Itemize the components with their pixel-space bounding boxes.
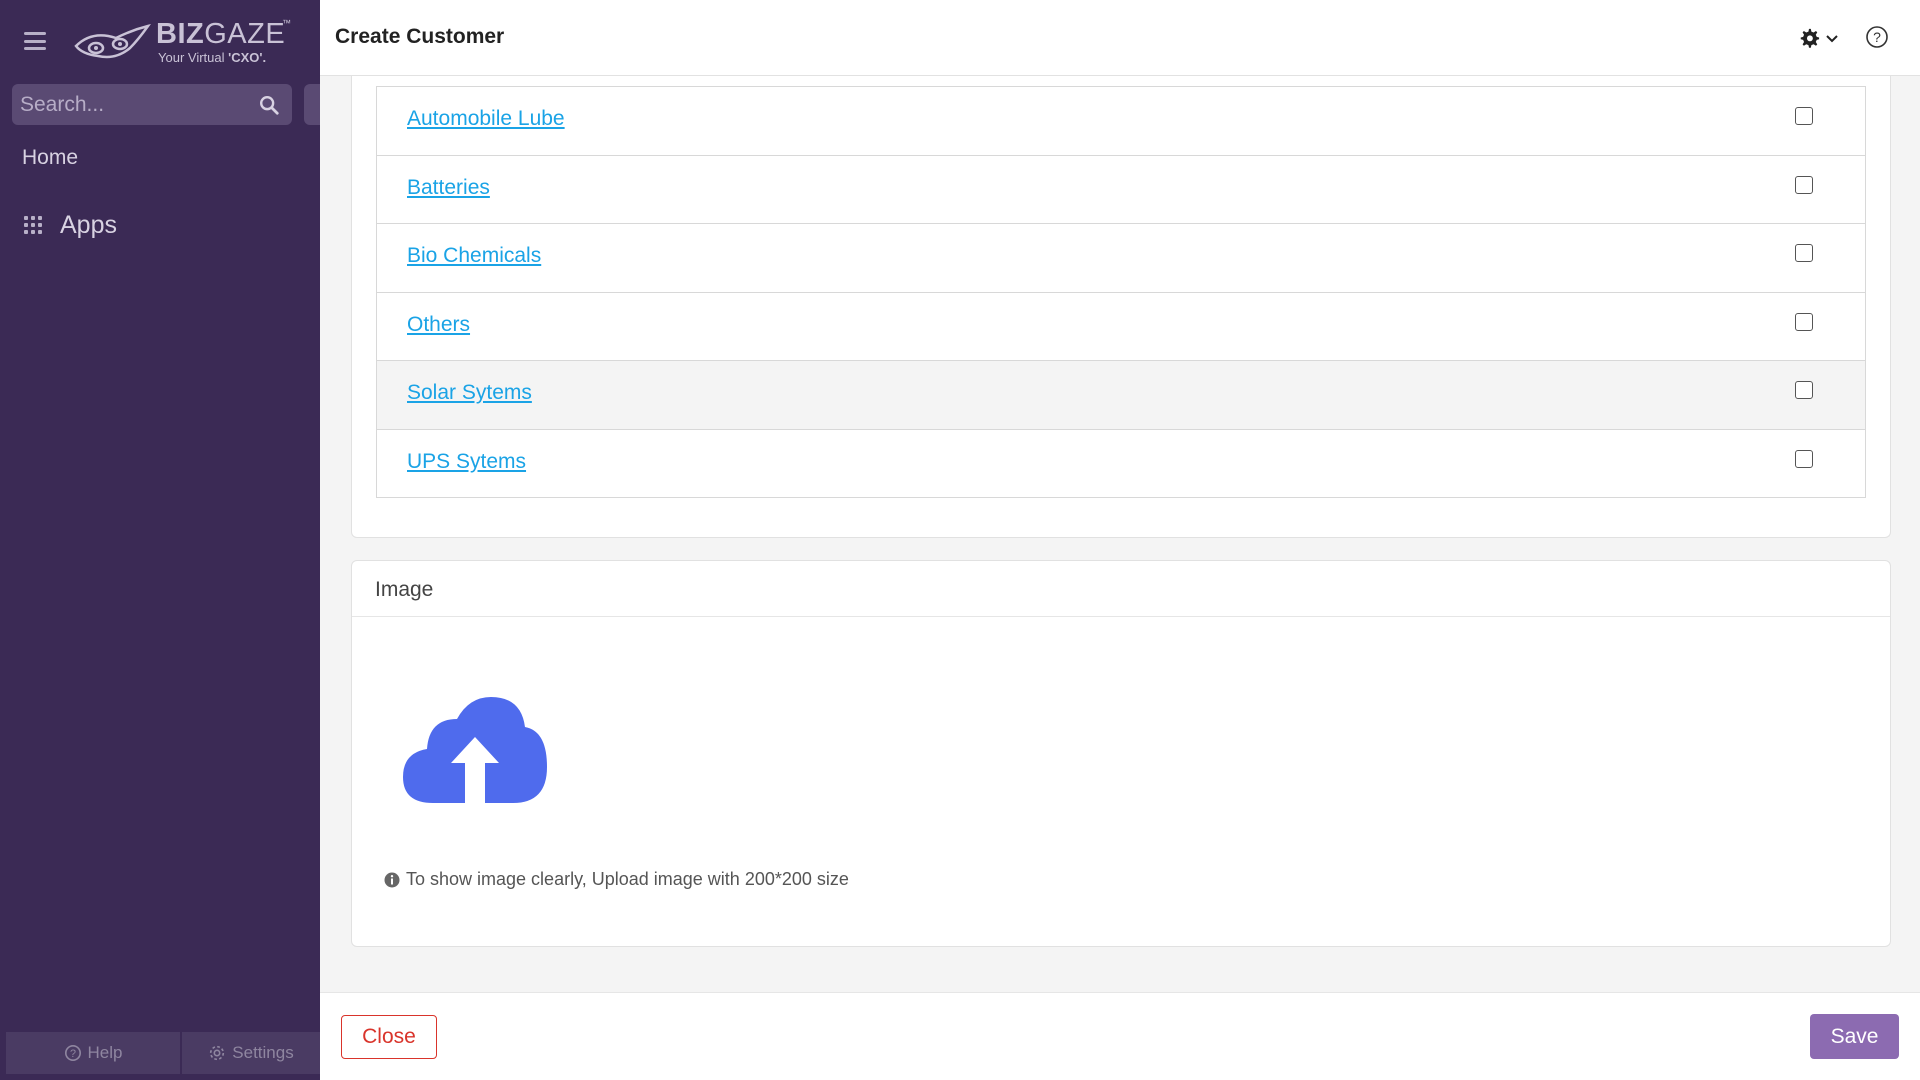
table-row: Bio Chemicals	[377, 223, 1865, 292]
sidebar-search	[12, 84, 292, 125]
image-card-title: Image	[375, 578, 434, 601]
category-link[interactable]: UPS Sytems	[407, 450, 526, 474]
sidebar-item-apps[interactable]: Apps	[24, 210, 117, 240]
logo-trademark: ™	[282, 18, 291, 28]
grid-icon	[24, 216, 42, 234]
category-checkbox[interactable]	[1795, 381, 1813, 399]
category-checkbox[interactable]	[1795, 449, 1813, 468]
sidebar-footer: ? Help Settings	[6, 1032, 320, 1074]
help-circle-icon[interactable]: ?	[1865, 25, 1889, 49]
table-row: Automobile Lube	[377, 86, 1865, 155]
search-input[interactable]	[12, 84, 252, 125]
svg-text:?: ?	[70, 1048, 76, 1060]
save-button[interactable]: Save	[1810, 1014, 1899, 1059]
logo-tagline: Your Virtual 'CXO'.	[158, 50, 267, 65]
modal-footer: Close Save	[320, 992, 1920, 1080]
image-card-header: Image	[352, 561, 1890, 617]
sidebar: BIZGAZE ™ Your Virtual 'CXO'. Home Apps …	[0, 0, 320, 1080]
upload-hint: To show image clearly, Upload image with…	[384, 869, 849, 890]
search-extra-button[interactable]	[304, 84, 320, 125]
category-link[interactable]: Solar Sytems	[407, 381, 532, 405]
category-link[interactable]: Batteries	[407, 176, 490, 200]
category-checkbox[interactable]	[1795, 244, 1813, 262]
category-checkbox[interactable]	[1795, 107, 1813, 125]
table-row: UPS Sytems	[377, 428, 1865, 497]
category-table: Automobile Lube Batteries Bio Chemicals Oth…	[376, 86, 1866, 498]
settings-label: Settings	[232, 1043, 294, 1062]
help-circle-icon: ?	[64, 1044, 81, 1062]
table-row: Others	[377, 291, 1865, 360]
bizgaze-logo[interactable]: BIZGAZE ™ Your Virtual 'CXO'.	[72, 16, 292, 68]
gear-icon	[1800, 28, 1820, 48]
cloud-upload-icon[interactable]	[403, 697, 547, 805]
upload-hint-text: To show image clearly, Upload image with…	[406, 869, 849, 889]
hamburger-menu-icon[interactable]	[24, 32, 46, 50]
close-button[interactable]: Close	[341, 1015, 437, 1059]
create-customer-panel: Automobile Lube Batteries Bio Chemicals Oth…	[320, 0, 1920, 1080]
chevron-down-icon	[1826, 35, 1838, 43]
help-button[interactable]: ? Help	[6, 1032, 180, 1074]
svg-text:?: ?	[1873, 29, 1881, 45]
page-title: Create Customer	[335, 25, 505, 48]
modal-header: Create Customer ?	[320, 0, 1920, 76]
category-checkbox[interactable]	[1795, 175, 1813, 194]
settings-button[interactable]: Settings	[182, 1032, 320, 1074]
category-link[interactable]: Bio Chemicals	[407, 244, 541, 268]
search-icon[interactable]	[258, 94, 280, 116]
gear-icon	[210, 1045, 225, 1061]
table-row: Batteries	[377, 154, 1865, 223]
info-icon	[384, 872, 400, 887]
category-link[interactable]: Automobile Lube	[407, 107, 565, 131]
image-card: Image To show image clearly, Upload imag…	[351, 560, 1891, 947]
settings-dropdown-button[interactable]	[1798, 26, 1842, 50]
category-card: Automobile Lube Batteries Bio Chemicals Oth…	[351, 60, 1891, 538]
logo-wordmark: BIZGAZE	[156, 18, 286, 50]
table-row: Solar Sytems	[377, 360, 1865, 429]
category-link[interactable]: Others	[407, 313, 470, 337]
category-checkbox[interactable]	[1795, 312, 1813, 331]
sidebar-item-home[interactable]: Home	[22, 146, 78, 170]
sidebar-item-label: Apps	[60, 210, 117, 239]
owl-logo-icon	[74, 24, 151, 59]
help-label: Help	[87, 1043, 123, 1062]
